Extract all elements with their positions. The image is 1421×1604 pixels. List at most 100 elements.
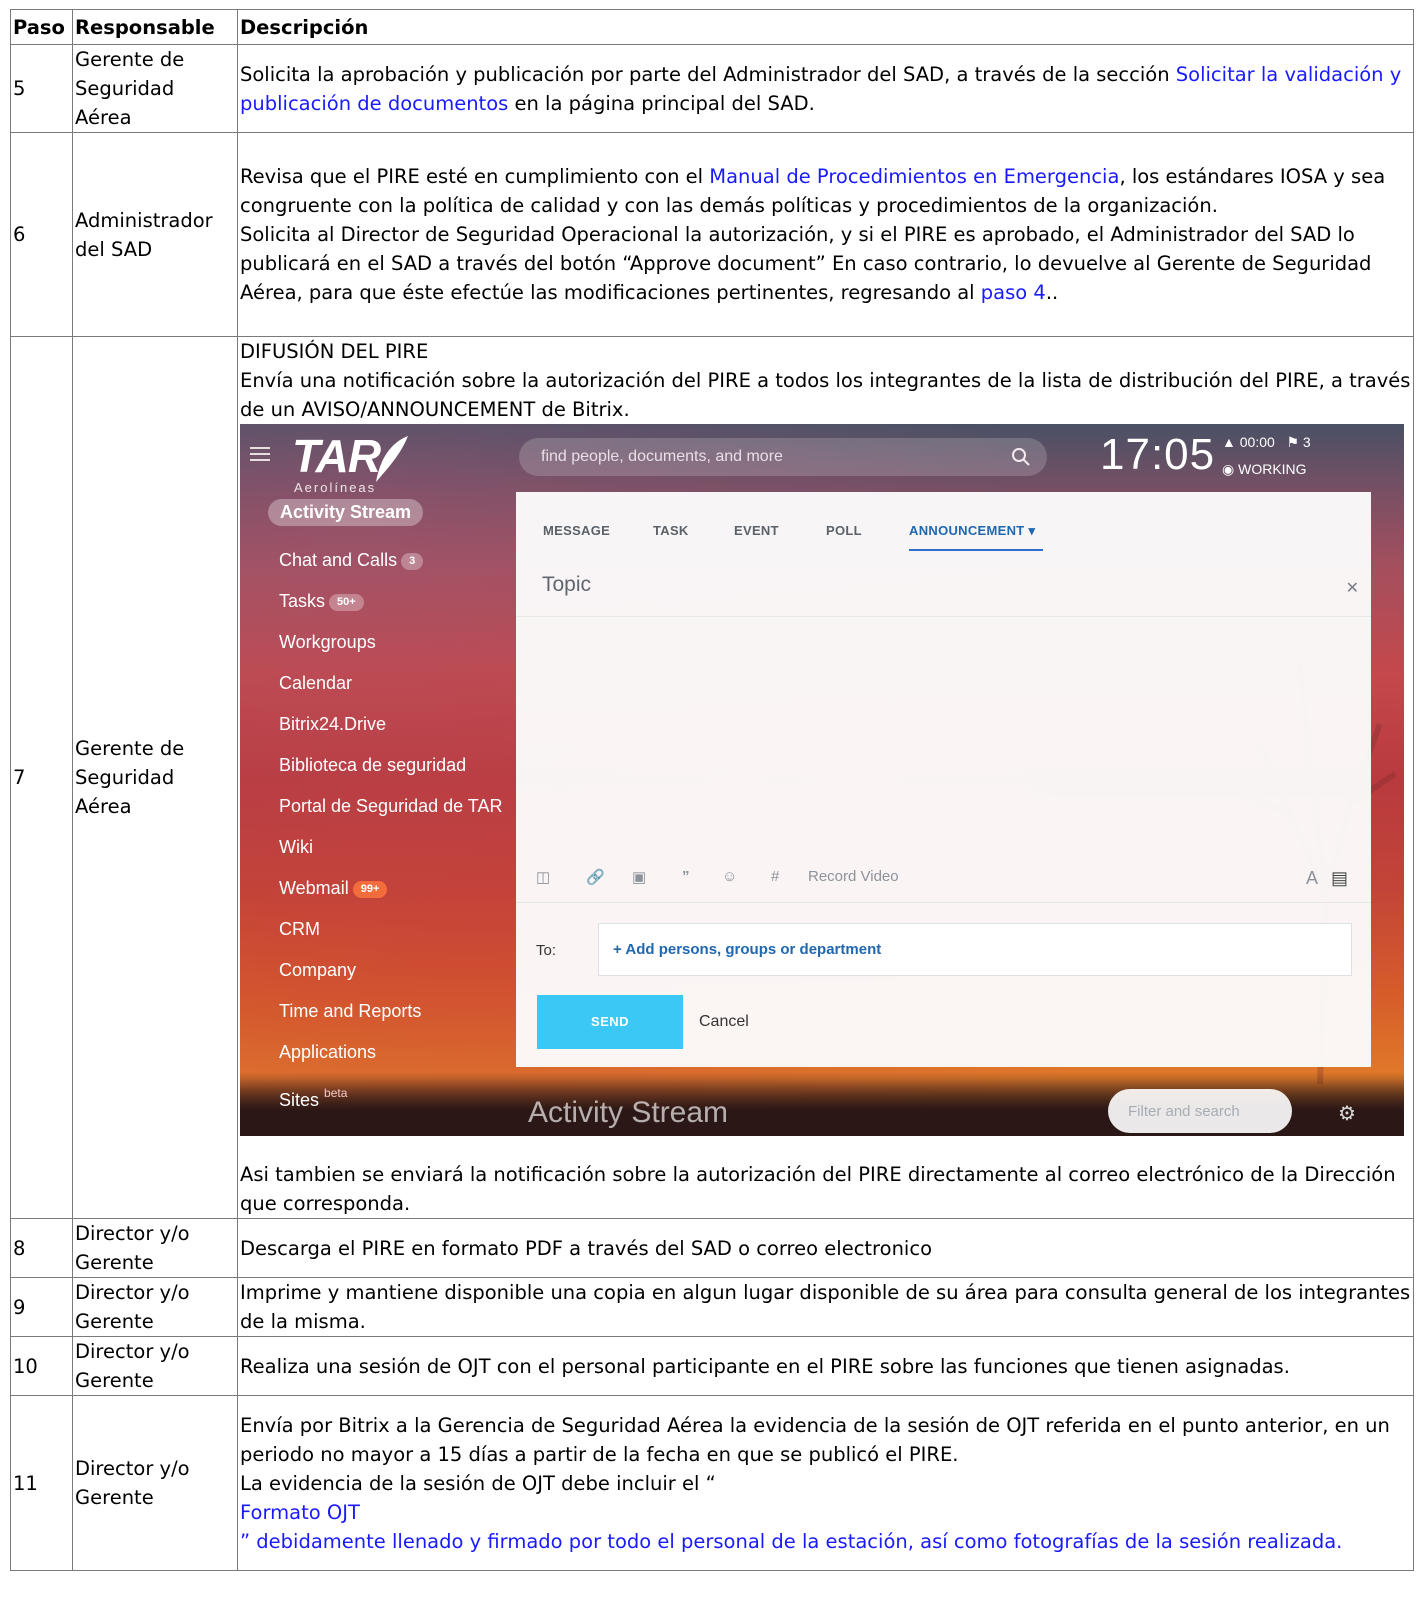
ojt-format-link-continued[interactable]: ” debidamente llenado y firmado por todo… [240, 1527, 1411, 1556]
tab-announcement[interactable]: ANNOUNCEMENT ▾ [909, 523, 1044, 551]
sidebar-item-label: Chat and Calls [279, 550, 398, 570]
font-icon[interactable]: A [1306, 868, 1318, 889]
send-button[interactable]: SEND [537, 995, 683, 1049]
post-type-tabs: MESSAGE TASK EVENT POLL ANNOUNCEMENT ▾ [516, 492, 1371, 551]
table-row: 9 Director y/o Gerente Imprime y mantien… [10, 1277, 1414, 1337]
table-row: 7 Gerente de Seguridad Aérea DIFUSIÓN DE… [10, 336, 1414, 1219]
status-row-working: ◉ WORKING [1222, 461, 1311, 478]
tab-task[interactable]: TASK [653, 523, 689, 538]
description-text: Revisa que el PIRE esté en cumplimiento … [240, 165, 710, 188]
filter-search-input[interactable]: Filter and search [1108, 1089, 1292, 1133]
working-label: WORKING [1238, 461, 1307, 477]
clock[interactable]: 17:05 [1100, 430, 1215, 480]
step-number: 8 [10, 1218, 73, 1278]
bitrix-screenshot: TAR Aerolíneas find people, documents, a… [240, 424, 1404, 1136]
sidebar-item-label: Webmail [279, 878, 349, 898]
description-text: Asi tambien se enviará la notificación s… [240, 1163, 1396, 1215]
sidebar-item-workgroups[interactable]: Workgroups [268, 622, 508, 663]
step-description: Envía por Bitrix a la Gerencia de Seguri… [237, 1395, 1414, 1571]
sidebar-nav: Activity Stream Chat and Calls 3 Tasks 50+… [268, 499, 508, 1114]
description-heading: DIFUSIÓN DEL PIRE [240, 340, 429, 363]
tab-poll[interactable]: POLL [826, 523, 862, 538]
step-description: DIFUSIÓN DEL PIRE Envía una notificación… [237, 336, 1414, 1219]
step-number: 6 [10, 132, 73, 337]
table-row: 10 Director y/o Gerente Realiza una sesi… [10, 1336, 1414, 1396]
ojt-format-link[interactable]: Formato OJT [240, 1498, 1411, 1527]
chat-count-badge: 3 [401, 553, 424, 570]
sidebar-item-portal[interactable]: Portal de Seguridad de TAR [268, 786, 508, 827]
to-label: To: [536, 942, 557, 959]
step-4-link[interactable]: paso 4 [981, 281, 1046, 304]
sidebar-item-calendar[interactable]: Calendar [268, 663, 508, 704]
sidebar-item-label: Sites [279, 1090, 320, 1110]
hashtag-icon[interactable]: # [771, 868, 779, 885]
description-text: La evidencia de la sesión de OJT debe in… [240, 1471, 716, 1495]
description-text: Solicita al Director de Seguridad Operac… [240, 223, 1372, 304]
search-icon[interactable] [1011, 447, 1031, 467]
activity-stream-title: Activity Stream [528, 1096, 729, 1129]
sidebar-item-tasks[interactable]: Tasks 50+ [268, 581, 508, 622]
step-number: 7 [10, 336, 73, 1219]
sidebar-item-crm[interactable]: CRM [268, 909, 508, 950]
recipients-field[interactable]: + Add persons, groups or department [598, 923, 1352, 976]
description-text: Solicita la aprobación y publicación por… [240, 62, 1176, 86]
status-row-timer: ▲ 00:00 ⚑ 3 [1222, 434, 1311, 451]
table-header-row: Paso Responsable Descripción [10, 9, 1414, 45]
file-icon[interactable]: ◫ [536, 868, 550, 886]
description-text: .. [1045, 281, 1059, 304]
step-number: 5 [10, 44, 73, 133]
step-responsible: Administrador del SAD [72, 132, 238, 337]
quote-icon[interactable]: ” [682, 868, 690, 885]
timer-value: 00:00 [1239, 434, 1275, 450]
work-status[interactable]: ▲ 00:00 ⚑ 3 ◉ WORKING [1222, 434, 1311, 478]
description-text: en la página principal del SAD. [508, 91, 815, 115]
divider [516, 902, 1371, 903]
sidebar-item-biblioteca[interactable]: Biblioteca de seguridad [268, 745, 508, 786]
procedure-table: Paso Responsable Descripción 5 Gerente d… [10, 9, 1414, 1571]
header-descripcion: Descripción [237, 9, 1414, 45]
emergency-manual-link[interactable]: Manual de Procedimientos en Emergencia [709, 165, 1119, 188]
step-description: Imprime y mantiene disponible una copia … [237, 1277, 1414, 1337]
close-icon[interactable]: ✕ [1346, 578, 1359, 598]
description-text: Envía por Bitrix a la Gerencia de Seguri… [240, 1413, 1390, 1466]
sidebar-item-label: Tasks [279, 591, 326, 611]
step-responsible: Director y/o Gerente [72, 1336, 238, 1396]
sidebar-item-activity-stream[interactable]: Activity Stream [268, 499, 424, 526]
editor-icon[interactable]: ▤ [1331, 868, 1348, 889]
step-number: 11 [10, 1395, 73, 1571]
person-icon[interactable]: ☺ [722, 868, 737, 885]
flag-icon: ⚑ [1286, 434, 1300, 450]
topic-input[interactable]: Topic [542, 573, 591, 597]
record-video-button[interactable]: Record Video [808, 868, 899, 885]
tab-event[interactable]: EVENT [734, 523, 779, 538]
step-number: 9 [10, 1277, 73, 1337]
description-text: Envía una notificación sobre la autoriza… [240, 369, 1411, 421]
sidebar-item-applications[interactable]: Applications [268, 1032, 508, 1073]
beta-label: beta [324, 1086, 348, 1100]
table-row: 8 Director y/o Gerente Descarga el PIRE … [10, 1218, 1414, 1278]
sidebar-item-drive[interactable]: Bitrix24.Drive [268, 704, 508, 745]
menu-icon[interactable] [250, 447, 270, 461]
tab-message[interactable]: MESSAGE [543, 523, 610, 538]
tab-label: ANNOUNCEMENT [909, 523, 1025, 538]
divider [516, 616, 1371, 617]
sidebar-item-company[interactable]: Company [268, 950, 508, 991]
video-icon[interactable]: ▣ [632, 868, 646, 886]
sidebar-item-wiki[interactable]: Wiki [268, 827, 508, 868]
cancel-button[interactable]: Cancel [699, 1013, 749, 1031]
sidebar-item-webmail[interactable]: Webmail 99+ [268, 868, 508, 909]
filter-placeholder: Filter and search [1128, 1103, 1240, 1120]
sidebar-item-sites[interactable]: Sites beta [268, 1073, 508, 1114]
step-responsible: Director y/o Gerente [72, 1395, 238, 1571]
step-responsible: Gerente de Seguridad Aérea [72, 44, 238, 133]
link-icon[interactable]: 🔗 [586, 868, 605, 886]
working-icon: ◉ [1222, 461, 1235, 477]
sidebar-item-chat[interactable]: Chat and Calls 3 [268, 540, 508, 581]
global-search[interactable]: find people, documents, and more [519, 438, 1047, 476]
flag-count: 3 [1302, 434, 1311, 450]
sidebar-item-time-reports[interactable]: Time and Reports [268, 991, 508, 1032]
table-row: 6 Administrador del SAD Revisa que el PI… [10, 132, 1414, 337]
company-logo[interactable]: TAR Aerolíneas [292, 432, 381, 495]
gear-icon[interactable]: ⚙ [1338, 1101, 1356, 1126]
add-persons-link[interactable]: + Add persons, groups or department [613, 941, 881, 958]
